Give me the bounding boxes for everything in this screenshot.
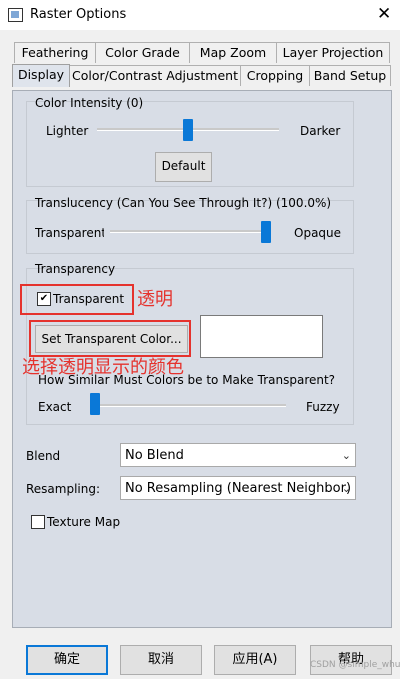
default-button[interactable]: Default — [155, 152, 212, 182]
tab-feathering[interactable]: Feathering — [14, 42, 96, 63]
close-icon[interactable]: ✕ — [377, 4, 391, 24]
similarity-track — [90, 404, 286, 407]
tab-cropping[interactable]: Cropping — [240, 65, 310, 86]
blend-label: Blend — [26, 449, 61, 463]
transparent-label: Transparent — [35, 226, 104, 240]
window-title: Raster Options — [30, 7, 127, 22]
ok-button[interactable]: 确定 — [26, 645, 108, 675]
tab-display[interactable]: Display — [12, 64, 70, 87]
blend-value: No Blend — [125, 448, 184, 463]
tab-map-zoom[interactable]: Map Zoom — [189, 42, 277, 63]
resampling-value: No Resampling (Nearest Neighbor) — [125, 481, 352, 496]
tab-color-grade[interactable]: Color Grade — [95, 42, 190, 63]
color-intensity-label: Color Intensity (0) — [35, 96, 144, 110]
opaque-label: Opaque — [294, 226, 342, 240]
cancel-button[interactable]: 取消 — [120, 645, 202, 675]
translucency-track — [110, 230, 270, 233]
tab-color-contrast[interactable]: Color/Contrast Adjustment — [69, 65, 241, 86]
exact-label: Exact — [38, 400, 72, 414]
set-color-highlight — [29, 320, 191, 357]
chevron-down-icon: ⌄ — [341, 482, 351, 495]
transparent-color-swatch[interactable] — [200, 315, 323, 358]
resampling-select[interactable]: No Resampling (Nearest Neighbor) ⌄ — [120, 476, 356, 500]
translucency-slider[interactable] — [261, 221, 271, 243]
watermark: CSDN @simple_whu — [310, 660, 400, 670]
apply-button[interactable]: 应用(A) — [214, 645, 296, 675]
similarity-slider[interactable] — [90, 393, 100, 415]
similarity-label: How Similar Must Colors be to Make Trans… — [38, 373, 336, 387]
chevron-down-icon: ⌄ — [341, 449, 351, 462]
color-intensity-slider[interactable] — [183, 119, 193, 141]
tab-band-setup[interactable]: Band Setup — [309, 65, 391, 86]
transparent-annotation: 透明 — [137, 289, 173, 310]
darker-label: Darker — [300, 124, 341, 138]
fuzzy-label: Fuzzy — [306, 400, 340, 414]
lighter-label: Lighter — [46, 124, 89, 138]
translucency-label: Translucency (Can You See Through It?) (… — [35, 196, 332, 210]
tab-layer-projection[interactable]: Layer Projection — [276, 42, 390, 63]
resampling-label: Resampling: — [26, 482, 101, 496]
blend-select[interactable]: No Blend ⌄ — [120, 443, 356, 467]
texture-map-checkbox[interactable] — [31, 515, 45, 529]
transparent-highlight — [20, 284, 134, 315]
app-icon — [8, 8, 23, 22]
texture-map-label: Texture Map — [47, 515, 121, 529]
transparency-label: Transparency — [35, 262, 116, 276]
